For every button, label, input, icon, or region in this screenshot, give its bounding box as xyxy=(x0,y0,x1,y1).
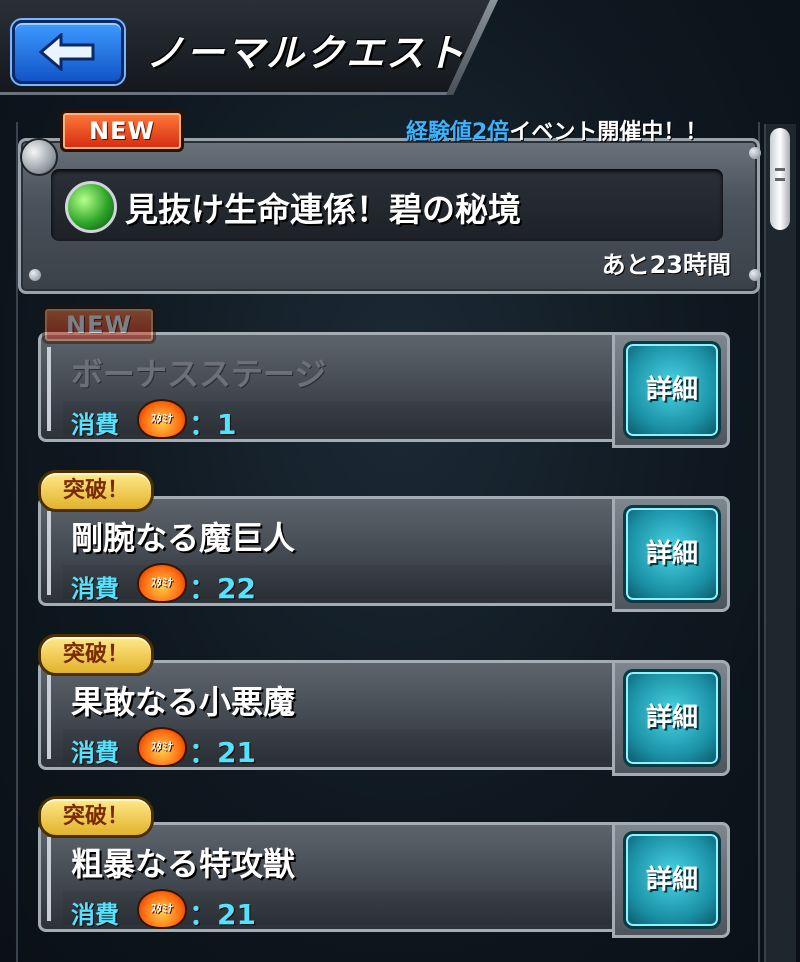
quest-name: 粗暴なる特攻獣 xyxy=(71,845,296,883)
stamina-icon: ｽﾀﾐﾅ xyxy=(137,889,187,929)
detail-button[interactable]: 詳細 xyxy=(612,822,730,938)
quest-body[interactable]: 粗暴なる特攻獣 消費 ｽﾀﾐﾅ ：21 xyxy=(38,822,616,932)
detail-button[interactable]: 詳細 xyxy=(612,660,730,776)
detail-button-label: 詳細 xyxy=(623,669,721,767)
scrollbar-thumb[interactable] xyxy=(770,128,790,230)
event-remaining-time: あと23時間 xyxy=(601,251,731,279)
page-title: ノーマルクエスト xyxy=(146,31,467,75)
quest-body[interactable]: 果敢なる小悪魔 消費 ｽﾀﾐﾅ ：21 xyxy=(38,660,616,770)
quest-row[interactable]: 果敢なる小悪魔 消費 ｽﾀﾐﾅ ：21 詳細 xyxy=(38,660,730,776)
new-badge: NEW xyxy=(42,306,156,344)
event-banner[interactable]: 見抜け生命連係！碧の秘境 あと23時間 xyxy=(18,138,761,294)
cost-value: ：21 xyxy=(189,736,256,769)
cost-value: ：21 xyxy=(189,898,256,931)
event-title-panel: 見抜け生命連係！碧の秘境 xyxy=(51,169,723,241)
cost-value: ：22 xyxy=(189,572,256,605)
detail-button[interactable]: 詳細 xyxy=(612,332,730,448)
quest-body[interactable]: ボーナスステージ 消費 ｽﾀﾐﾅ ：1 xyxy=(38,332,616,442)
quest-accent-bar xyxy=(47,511,51,595)
rivet-icon xyxy=(749,269,761,281)
cost-label: 消費 xyxy=(71,739,119,767)
cleared-badge: 突破！ xyxy=(38,634,154,676)
quest-body[interactable]: 剛腕なる魔巨人 消費 ｽﾀﾐﾅ ：22 xyxy=(38,496,616,606)
cost-label: 消費 xyxy=(71,901,119,929)
new-badge: NEW xyxy=(60,110,184,152)
rivet-icon xyxy=(749,147,761,159)
event-name: 見抜け生命連係！碧の秘境 xyxy=(125,190,521,229)
quest-accent-bar xyxy=(47,347,51,431)
detail-button-label: 詳細 xyxy=(623,341,721,439)
quest-row[interactable]: 剛腕なる魔巨人 消費 ｽﾀﾐﾅ ：22 詳細 xyxy=(38,496,730,612)
quest-name: ボーナスステージ xyxy=(71,355,327,393)
cleared-badge: 突破！ xyxy=(38,796,154,838)
stamina-icon: ｽﾀﾐﾅ xyxy=(137,563,187,603)
quest-name: 剛腕なる魔巨人 xyxy=(71,519,296,557)
cost-value: ：1 xyxy=(189,408,237,441)
detail-button[interactable]: 詳細 xyxy=(612,496,730,612)
quest-row[interactable]: ボーナスステージ 消費 ｽﾀﾐﾅ ：1 詳細 xyxy=(38,332,730,448)
rivet-icon xyxy=(29,269,41,281)
detail-button-label: 詳細 xyxy=(623,505,721,603)
stamina-icon: ｽﾀﾐﾅ xyxy=(137,727,187,767)
cost-label: 消費 xyxy=(71,411,119,439)
event-note-highlight: 経験値2倍 xyxy=(406,120,510,145)
quest-accent-bar xyxy=(47,675,51,759)
detail-button-label: 詳細 xyxy=(623,831,721,929)
cost-label: 消費 xyxy=(71,575,119,603)
cleared-badge: 突破！ xyxy=(38,470,154,512)
scrollbar-track[interactable] xyxy=(764,124,796,962)
quest-row[interactable]: 粗暴なる特攻獣 消費 ｽﾀﾐﾅ ：21 詳細 xyxy=(38,822,730,938)
quest-accent-bar xyxy=(47,837,51,921)
event-note-text: イベント開催中！！ xyxy=(509,120,708,145)
back-button[interactable] xyxy=(12,20,124,84)
event-note: 経験値2倍イベント開催中！！ xyxy=(406,114,707,146)
pin-icon xyxy=(20,138,58,176)
stamina-icon: ｽﾀﾐﾅ xyxy=(137,399,187,439)
wood-element-orb-icon xyxy=(65,181,117,233)
quest-name: 果敢なる小悪魔 xyxy=(71,683,296,721)
back-arrow-icon xyxy=(39,33,95,71)
